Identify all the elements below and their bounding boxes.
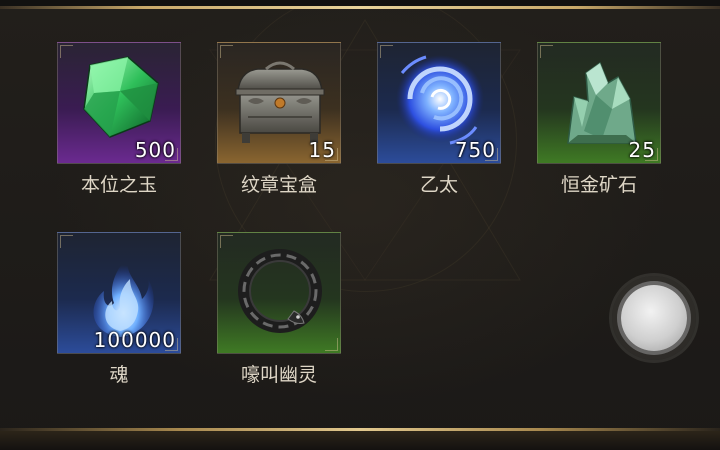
item-tile[interactable]: 25: [537, 42, 661, 164]
item-count: 750: [454, 138, 496, 162]
reward-item[interactable]: 750 乙太: [377, 42, 501, 204]
item-count: 100000: [93, 328, 176, 352]
reward-item[interactable]: 15 纹章宝盒: [217, 42, 341, 204]
virtual-joystick-icon[interactable]: [612, 276, 696, 360]
item-count: 25: [628, 138, 656, 162]
item-tile[interactable]: 15: [217, 42, 341, 164]
reward-item[interactable]: 500 本位之玉: [57, 42, 181, 204]
item-tile[interactable]: [217, 232, 341, 354]
item-name: 纹章宝盒: [240, 174, 317, 196]
joystick-knob[interactable]: [621, 285, 687, 351]
item-name: 恒金矿石: [560, 174, 637, 196]
item-tile[interactable]: 100000: [57, 232, 181, 354]
reward-item[interactable]: 嚎叫幽灵: [217, 232, 341, 394]
dark-ring-icon: [238, 249, 322, 333]
item-tile[interactable]: 750: [377, 42, 501, 164]
reward-item[interactable]: 25 恒金矿石: [537, 42, 661, 204]
item-name: 乙太: [419, 174, 458, 196]
item-name: 本位之玉: [80, 174, 157, 196]
item-count: 15: [308, 138, 336, 162]
item-tile[interactable]: 500: [57, 42, 181, 164]
reward-item[interactable]: 100000 魂: [57, 232, 181, 394]
bottom-bar: [0, 431, 720, 450]
top-gold-border: [0, 6, 720, 9]
item-count: 500: [134, 138, 176, 162]
item-name: 嚎叫幽灵: [240, 364, 317, 386]
item-name: 魂: [109, 364, 129, 386]
